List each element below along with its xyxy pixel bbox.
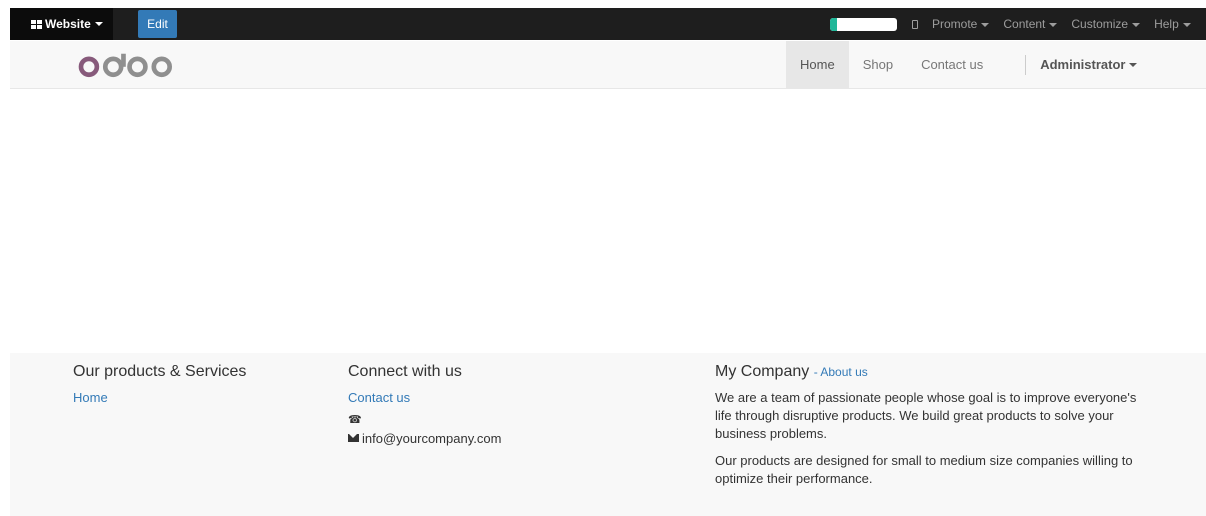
caret-down-icon xyxy=(981,22,990,27)
email-address[interactable]: info@yourcompany.com xyxy=(362,431,501,446)
phone-row: ☎ xyxy=(348,413,648,427)
website-menu-label: Website xyxy=(45,17,91,31)
admin-bar: Website Edit Promote Content Customize H… xyxy=(0,0,1206,41)
content-menu[interactable]: Content xyxy=(1003,17,1058,31)
help-menu[interactable]: Help xyxy=(1154,17,1191,31)
website-menu[interactable]: Website xyxy=(10,8,113,40)
nav-links: Home Shop Contact us Administrator xyxy=(786,41,1138,88)
footer: Our products & Services Home Connect wit… xyxy=(10,353,1206,516)
mobile-preview-icon[interactable] xyxy=(912,19,918,29)
edit-button[interactable]: Edit xyxy=(138,10,177,38)
nav-contact-us[interactable]: Contact us xyxy=(907,41,997,88)
caret-down-icon xyxy=(1129,62,1138,67)
company-heading-row: My Company - About us xyxy=(715,363,1165,381)
company-heading: My Company xyxy=(715,363,810,380)
promote-menu[interactable]: Promote xyxy=(932,17,990,31)
odoo-logo[interactable] xyxy=(75,50,185,78)
footer-home-link[interactable]: Home xyxy=(73,390,323,405)
company-description-2: Our products are designed for small to m… xyxy=(715,453,1133,486)
caret-down-icon xyxy=(1049,22,1058,27)
caret-down-icon xyxy=(1132,22,1141,27)
progress-fill xyxy=(830,18,837,31)
user-name: Administrator xyxy=(1040,57,1126,72)
user-menu[interactable]: Administrator xyxy=(1040,57,1138,72)
products-heading: Our products & Services xyxy=(73,363,247,380)
nav-shop[interactable]: Shop xyxy=(849,41,907,88)
nav-home[interactable]: Home xyxy=(786,41,849,88)
footer-connect-column: Connect with us Contact us ☎ info@yourco… xyxy=(348,353,648,446)
caret-down-icon xyxy=(94,22,103,26)
customize-menu[interactable]: Customize xyxy=(1071,17,1141,31)
nav-divider xyxy=(1025,54,1027,75)
main-navbar: Home Shop Contact us Administrator xyxy=(10,41,1206,89)
apps-grid-icon xyxy=(31,19,42,29)
admin-bar-inner: Website Edit Promote Content Customize H… xyxy=(10,8,1206,40)
about-us-link[interactable]: - About us xyxy=(814,365,868,379)
footer-company-column: My Company - About us We are a team of p… xyxy=(715,353,1165,488)
envelope-icon xyxy=(348,434,359,442)
admin-menu-right: Promote Content Customize Help xyxy=(912,8,1205,40)
connect-heading: Connect with us xyxy=(348,363,462,380)
phone-icon: ☎ xyxy=(348,413,362,426)
email-row: info@yourcompany.com xyxy=(348,431,648,446)
footer-products-column: Our products & Services Home xyxy=(73,353,323,405)
company-description-1: We are a team of passionate people whose… xyxy=(715,390,1137,441)
footer-contact-link[interactable]: Contact us xyxy=(348,390,648,405)
caret-down-icon xyxy=(1182,22,1191,27)
progress-bar xyxy=(830,18,897,31)
